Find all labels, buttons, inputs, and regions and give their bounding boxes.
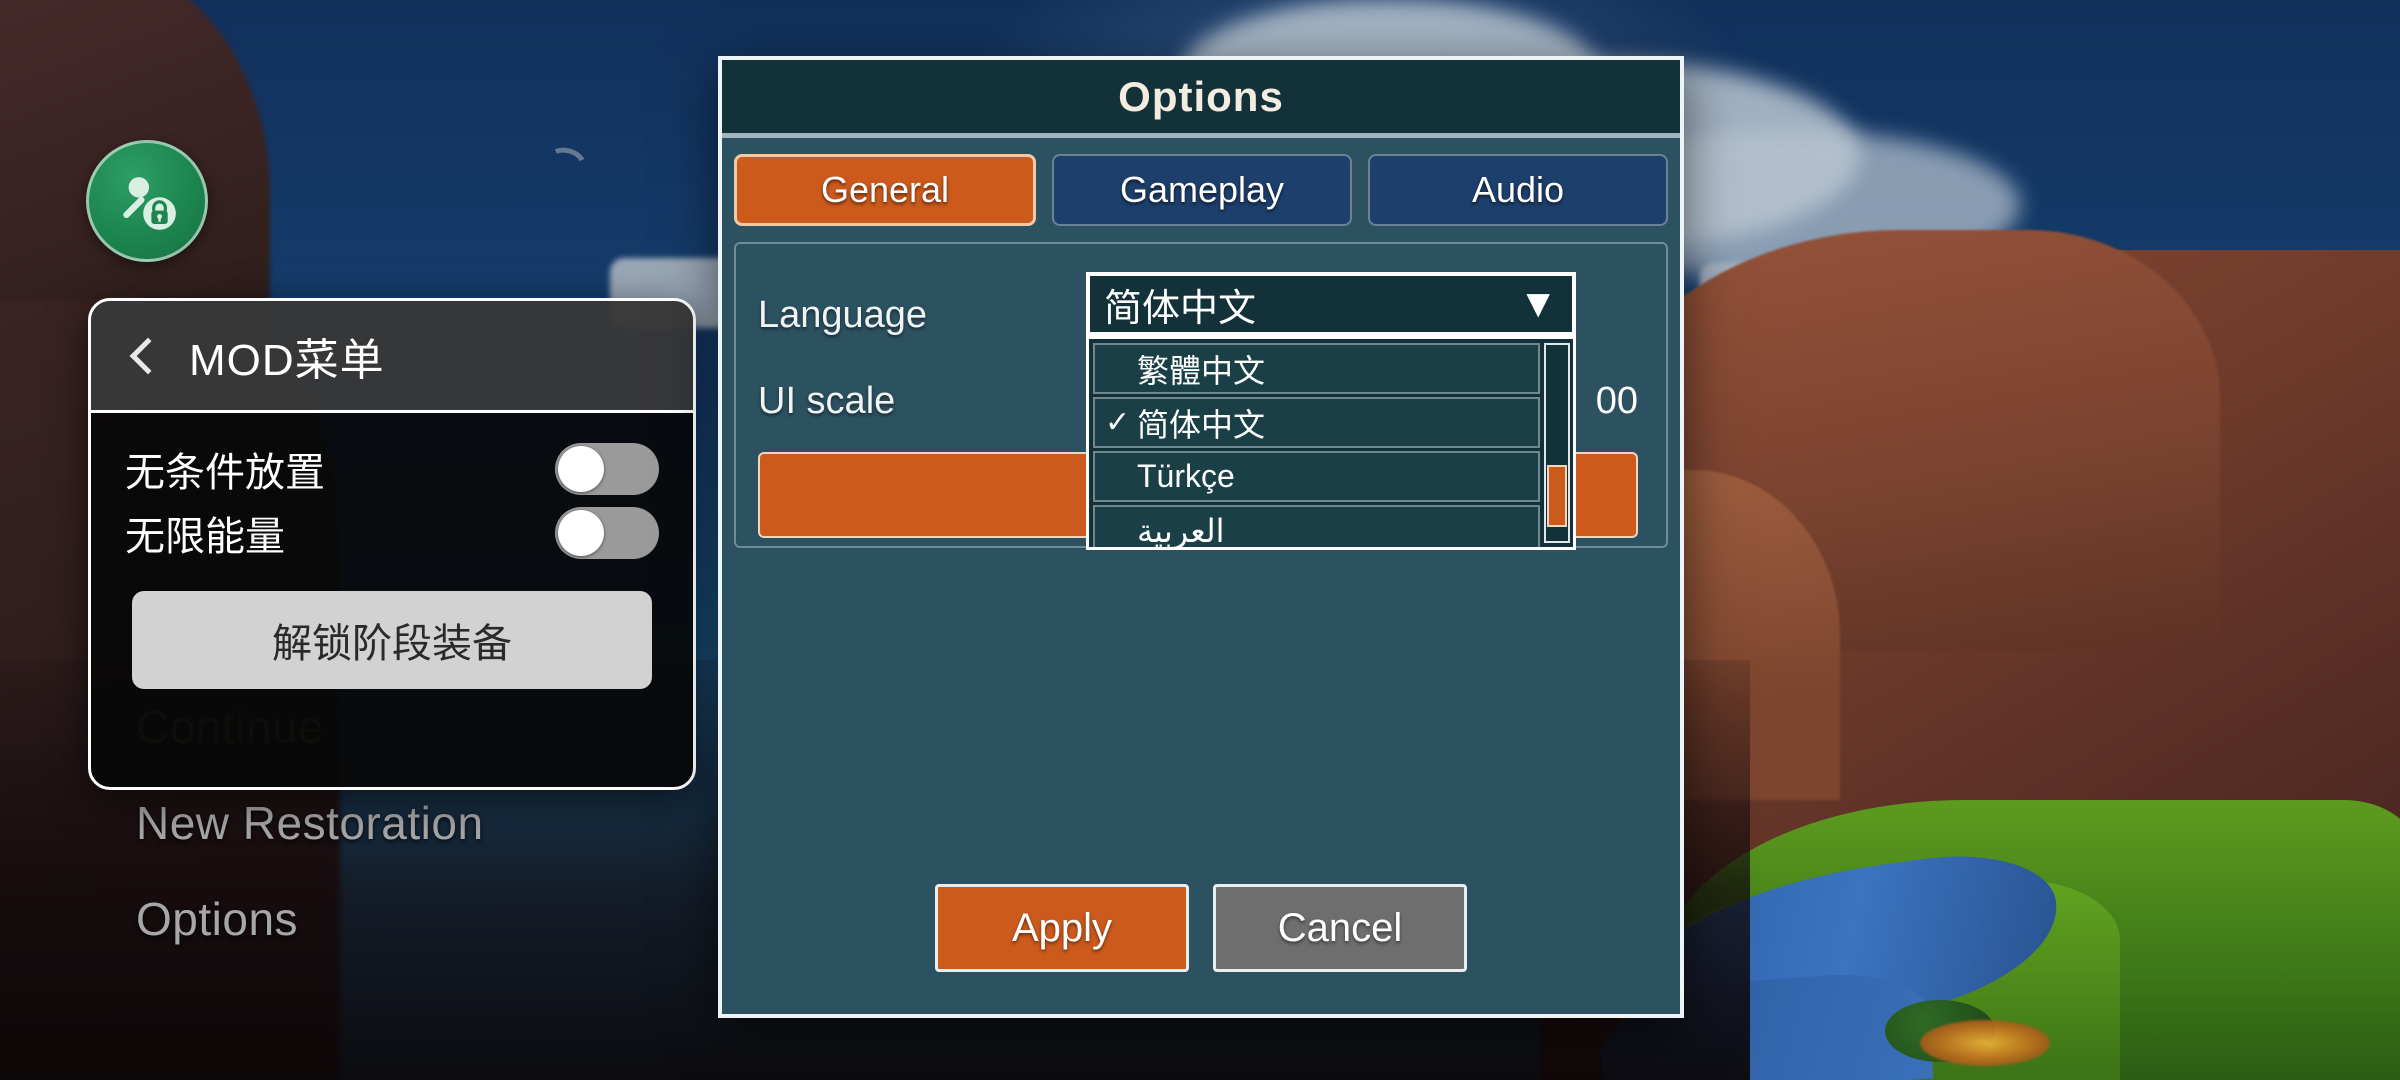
campfire-ember	[1920, 1020, 2050, 1066]
dialog-titlebar: Options	[722, 60, 1680, 138]
dropdown-scrollbar-thumb[interactable]	[1547, 465, 1567, 527]
menu-item-options[interactable]: Options	[136, 892, 484, 946]
mod-toggle-label: 无条件放置	[125, 451, 325, 495]
ui-scale-value: 00	[1595, 379, 1638, 422]
language-select-value: 简体中文	[1104, 287, 1257, 330]
options-dialog: Options General Gameplay Audio Language …	[718, 56, 1684, 1018]
mod-menu-header: MOD菜单	[91, 301, 693, 413]
mod-menu-body: 无条件放置 无限能量 解锁阶段装备	[91, 413, 693, 689]
dialog-footer: Apply Cancel	[722, 884, 1680, 972]
toggle-knob	[558, 510, 604, 556]
apply-button[interactable]: Apply	[935, 884, 1189, 972]
toggle-unconditional-placement[interactable]	[555, 443, 659, 495]
dropdown-option-label: 繁體中文	[1137, 352, 1266, 389]
check-icon: ✓	[1105, 406, 1131, 439]
dropdown-options: 繁體中文 ✓ 简体中文 Türkçe العربية	[1089, 339, 1544, 547]
mod-toggle-row: 无限能量	[125, 501, 659, 565]
mod-menu-panel: MOD菜单 无条件放置 无限能量 解锁阶段装备	[88, 298, 696, 790]
tab-general[interactable]: General	[734, 154, 1036, 226]
dropdown-option-label: Türkçe	[1137, 458, 1235, 494]
key-lock-icon	[123, 177, 176, 230]
cancel-button[interactable]: Cancel	[1213, 884, 1467, 972]
dropdown-option-arabic[interactable]: العربية	[1093, 505, 1540, 549]
dropdown-scrollbar[interactable]	[1544, 343, 1570, 543]
dropdown-option-label: 简体中文	[1137, 406, 1266, 443]
bird-silhouette	[540, 142, 592, 188]
menu-item-new-restoration[interactable]: New Restoration	[136, 796, 484, 850]
mod-menu-title: MOD菜单	[189, 335, 385, 385]
ui-scale-label: UI scale	[758, 379, 896, 422]
dropdown-option-traditional-chinese[interactable]: 繁體中文	[1093, 343, 1540, 394]
tab-audio[interactable]: Audio	[1368, 154, 1668, 226]
back-chevron-icon[interactable]	[129, 337, 167, 374]
chevron-down-icon: ▼	[1518, 282, 1558, 326]
dropdown-option-simplified-chinese[interactable]: ✓ 简体中文	[1093, 397, 1540, 448]
unlock-stage-equipment-button[interactable]: 解锁阶段装备	[132, 591, 652, 689]
security-badge	[86, 140, 208, 262]
dropdown-option-label: العربية	[1137, 512, 1225, 549]
toggle-infinite-energy[interactable]	[555, 507, 659, 559]
language-label: Language	[758, 293, 928, 336]
tab-bar: General Gameplay Audio	[722, 138, 1680, 236]
mod-toggle-row: 无条件放置	[125, 437, 659, 501]
settings-panel: Language 简体中文 ▼ UI scale 00 Open 繁體中文 ✓ …	[734, 242, 1668, 550]
language-select[interactable]: 简体中文 ▼	[1086, 272, 1576, 336]
language-dropdown-list: 繁體中文 ✓ 简体中文 Türkçe العربية	[1086, 336, 1576, 550]
dialog-title: Options	[1118, 72, 1284, 120]
dropdown-option-turkish[interactable]: Türkçe	[1093, 451, 1540, 502]
tab-gameplay[interactable]: Gameplay	[1052, 154, 1352, 226]
mod-toggle-label: 无限能量	[125, 515, 285, 559]
toggle-knob	[558, 446, 604, 492]
